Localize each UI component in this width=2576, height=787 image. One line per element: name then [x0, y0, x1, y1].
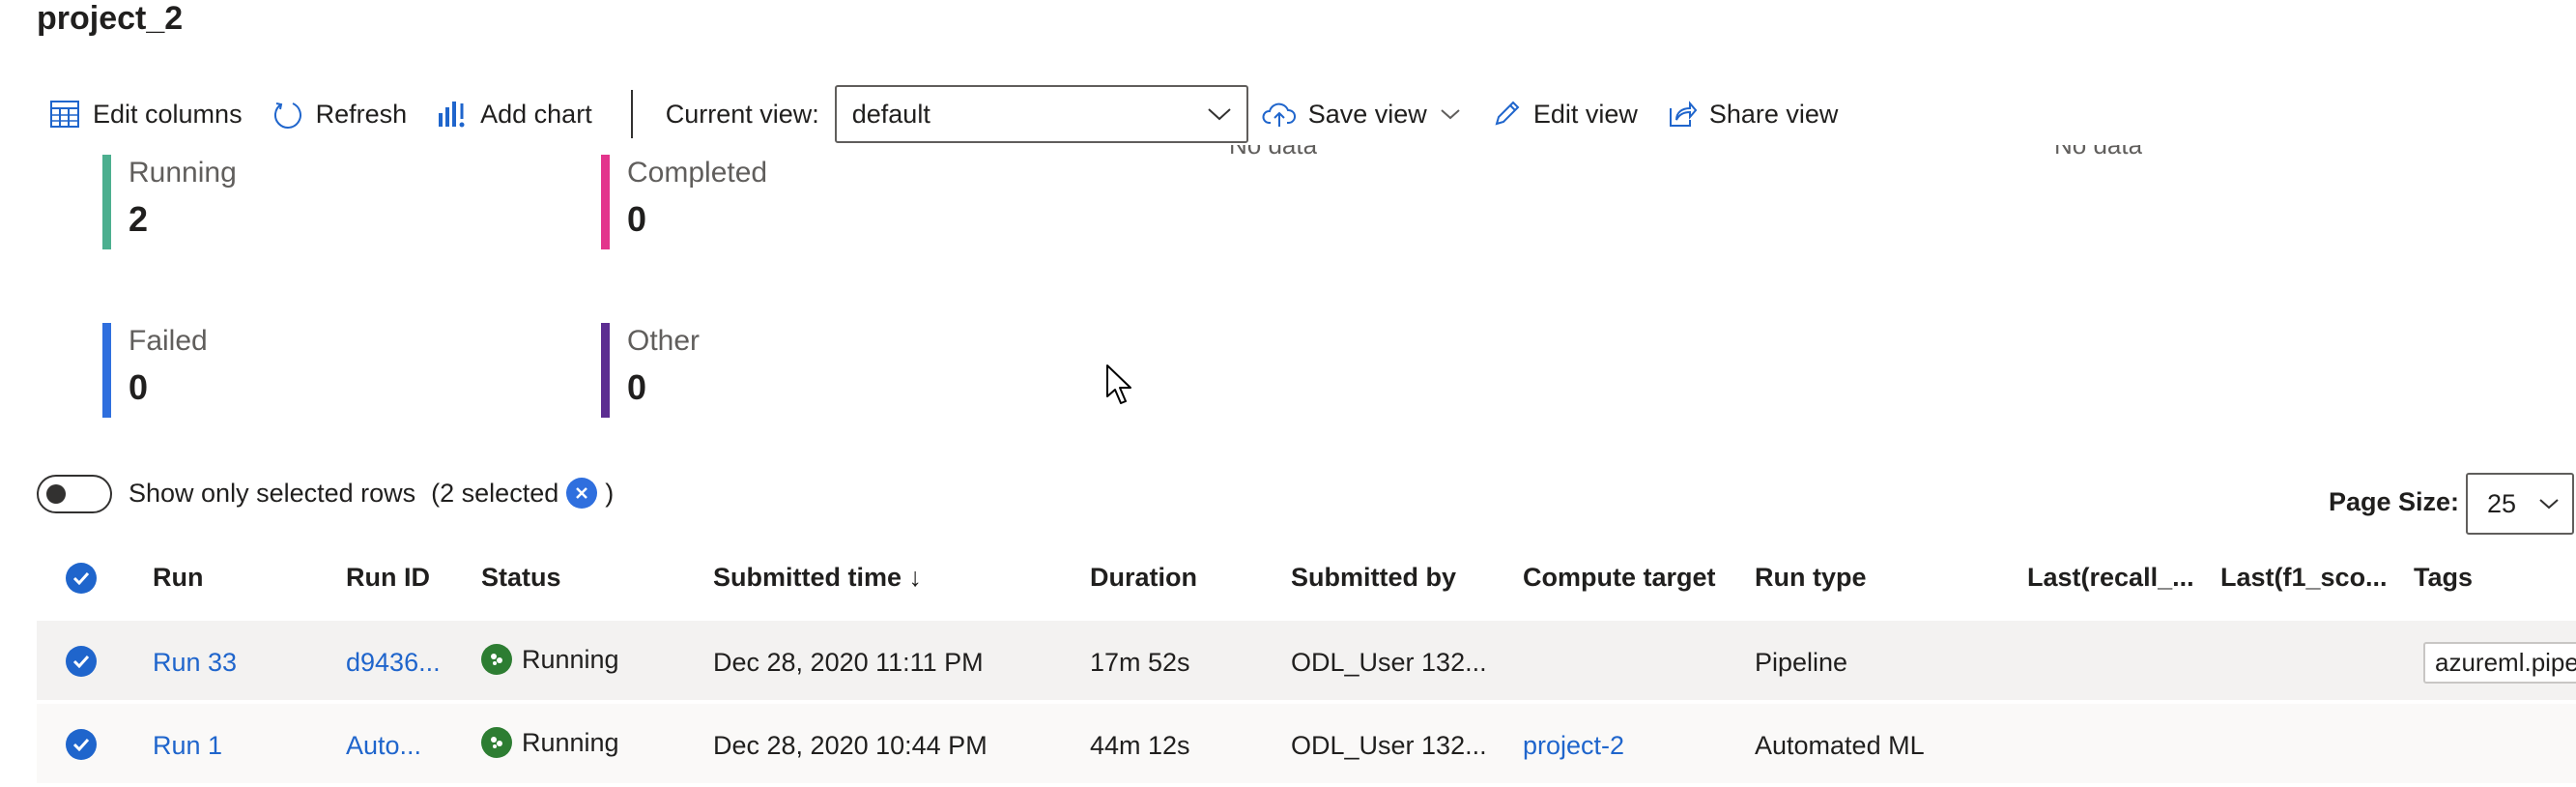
column-header-last-f1-score[interactable]: Last(f1_sco...: [2220, 563, 2388, 593]
show-selected-toggle[interactable]: [37, 475, 112, 513]
compute-target-link[interactable]: project-2: [1523, 731, 1624, 761]
page-size-dropdown[interactable]: 25: [2466, 473, 2574, 535]
mouse-cursor-icon: [1106, 364, 1131, 404]
status-tile-completed: Completed 0: [601, 155, 767, 249]
row-select-checkbox[interactable]: [66, 646, 97, 677]
edit-view-label: Edit view: [1532, 99, 1638, 129]
submitted-time: Dec 28, 2020 10:44 PM: [713, 731, 987, 760]
select-all-checkbox[interactable]: [66, 563, 97, 594]
status-tile-count: 0: [627, 367, 647, 407]
selected-count-close-paren: ): [605, 478, 615, 508]
page-title: project_2: [37, 0, 184, 37]
show-selected-label-group: Show only selected rows (2 selected ): [129, 478, 614, 509]
status-tile-count: 0: [129, 367, 149, 407]
tags-cell: azureml.pipe: [2423, 642, 2576, 684]
status-tile-label: Other: [627, 325, 701, 357]
add-chart-icon: [439, 102, 465, 128]
submitted-time: Dec 28, 2020 11:11 PM: [713, 648, 984, 677]
toggle-knob: [46, 484, 66, 504]
chart-no-data-text: No data: [1229, 145, 1317, 159]
refresh-label: Refresh: [315, 99, 408, 129]
status-tile-count: 0: [627, 199, 647, 239]
column-header-compute-target[interactable]: Compute target: [1523, 563, 1716, 593]
chart-no-data-text: No data: [2054, 145, 2142, 159]
show-selected-label: Show only selected rows: [129, 478, 416, 508]
status-tile-running: Running 2: [102, 155, 237, 249]
column-header-last-recall[interactable]: Last(recall_...: [2027, 563, 2194, 593]
status-color-bar: [601, 155, 610, 249]
checkmark-icon: [72, 571, 90, 585]
status-color-bar: [601, 323, 610, 418]
status-color-bar: [102, 155, 111, 249]
refresh-button[interactable]: Refresh: [272, 98, 408, 131]
status-tile-label: Running: [129, 157, 237, 189]
column-header-submitted-by[interactable]: Submitted by: [1291, 563, 1456, 593]
run-type: Pipeline: [1755, 648, 1848, 677]
current-view-value: default: [851, 99, 930, 129]
edit-columns-button[interactable]: Edit columns: [48, 98, 243, 131]
column-header-duration[interactable]: Duration: [1090, 563, 1197, 593]
status-text: Running: [522, 644, 619, 674]
selected-count: (2 selected: [431, 478, 559, 508]
toolbar: Edit columns Refresh Add chart Current v…: [48, 85, 1867, 143]
column-header-run-type[interactable]: Run type: [1755, 563, 1867, 593]
submitted-by: ODL_User 132...: [1291, 731, 1487, 760]
status-tile-label: Failed: [129, 325, 208, 357]
run-link[interactable]: Run 33: [153, 648, 237, 678]
checkmark-icon: [72, 655, 90, 668]
tag-chip[interactable]: azureml.pipe: [2423, 642, 2576, 684]
share-view-label: Share view: [1708, 99, 1839, 129]
chevron-down-icon: [2539, 499, 2559, 510]
chevron-down-icon: [1441, 109, 1460, 120]
run-link[interactable]: Run 1: [153, 731, 222, 761]
running-status-icon: [481, 644, 512, 675]
edit-view-button[interactable]: Edit view: [1491, 99, 1638, 130]
submitted-by: ODL_User 132...: [1291, 648, 1487, 677]
column-header-status[interactable]: Status: [481, 563, 561, 593]
run-status: Running: [481, 727, 619, 758]
save-view-label: Save view: [1307, 99, 1427, 129]
share-view-button[interactable]: Share view: [1667, 99, 1839, 130]
cloud-upload-icon: [1262, 102, 1296, 127]
save-view-button[interactable]: Save view: [1262, 100, 1462, 130]
run-id-link[interactable]: d9436...: [346, 648, 441, 678]
status-tile-label: Completed: [627, 157, 768, 189]
toolbar-divider: [630, 90, 633, 138]
share-icon: [1669, 101, 1698, 127]
running-status-icon: [481, 727, 512, 758]
edit-columns-label: Edit columns: [93, 99, 243, 129]
run-type: Automated ML: [1755, 731, 1925, 760]
add-chart-button[interactable]: Add chart: [436, 98, 592, 131]
column-header-submitted-time[interactable]: Submitted time ↓: [713, 563, 922, 593]
current-view-dropdown[interactable]: default: [834, 85, 1248, 143]
run-status: Running: [481, 644, 619, 675]
chevron-down-icon: [1208, 108, 1231, 121]
refresh-icon: [273, 102, 301, 129]
column-header-run-id[interactable]: Run ID: [346, 563, 430, 593]
current-view-label: Current view:: [665, 99, 819, 129]
page-size-label: Page Size:: [2329, 487, 2460, 516]
duration: 17m 52s: [1090, 648, 1190, 677]
status-tile-count: 2: [129, 199, 149, 239]
column-header-run[interactable]: Run: [153, 563, 203, 593]
run-id-link[interactable]: Auto...: [346, 731, 421, 761]
duration: 44m 12s: [1090, 731, 1190, 760]
row-select-checkbox[interactable]: [66, 729, 97, 760]
table-columns-icon: [50, 101, 79, 128]
status-tile-other: Other 0: [601, 323, 700, 418]
checkmark-icon: [72, 738, 90, 751]
clear-selection-icon[interactable]: [566, 478, 598, 509]
status-color-bar: [102, 323, 111, 418]
status-tile-failed: Failed 0: [102, 323, 208, 418]
column-header-tags[interactable]: Tags: [2414, 563, 2473, 593]
page-size-value: 25: [2487, 488, 2517, 518]
add-chart-label: Add chart: [480, 99, 592, 129]
pencil-icon: [1495, 101, 1520, 126]
status-text: Running: [522, 727, 619, 757]
